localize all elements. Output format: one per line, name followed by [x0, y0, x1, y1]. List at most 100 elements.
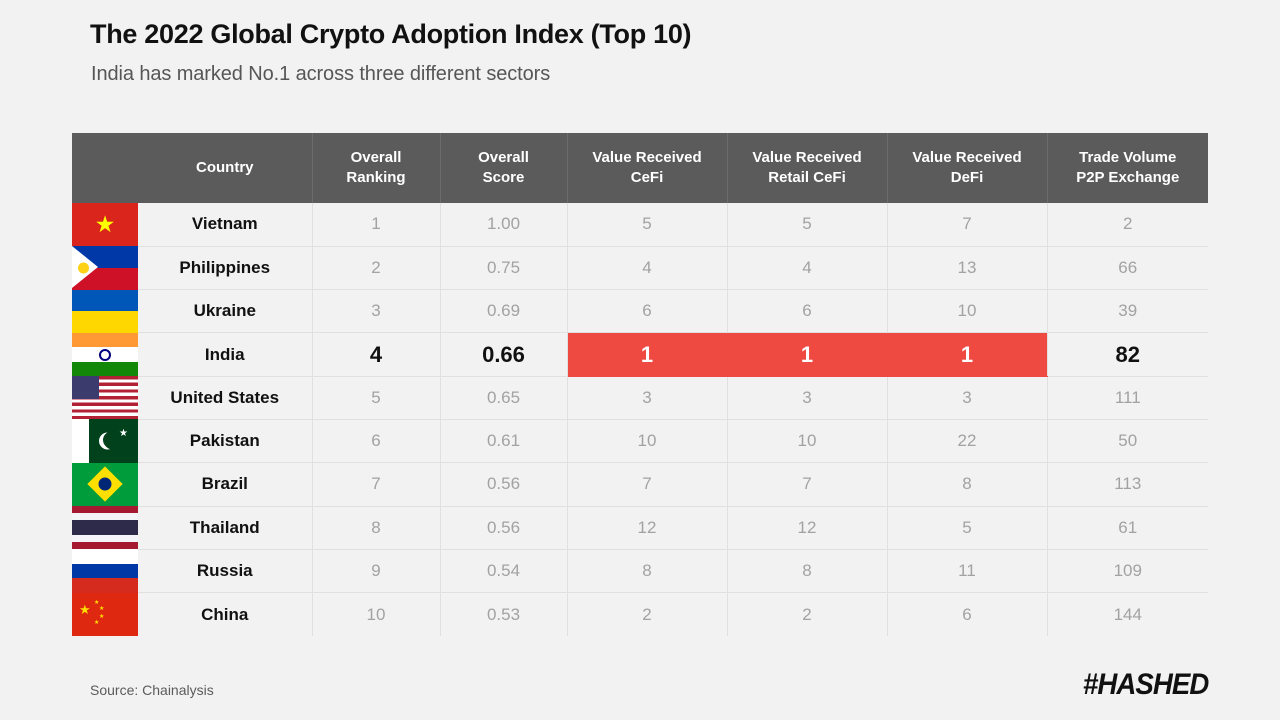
cell-value-received-cefi: 1 [567, 332, 728, 377]
cell-country: Ukraine [138, 289, 313, 334]
cell-overall-score: 0.61 [440, 419, 568, 464]
cell-overall-score: 0.75 [440, 246, 568, 291]
cell-trade-volume-p2p: 2 [1047, 203, 1208, 247]
cell-overall-score: 0.69 [440, 289, 568, 334]
cell-overall-score: 0.54 [440, 549, 568, 594]
column-header-value-received-defi[interactable]: Value Received DeFi [887, 133, 1048, 203]
table-row[interactable]: United States 5 0.65 3 3 3 111 [72, 376, 1208, 420]
cell-overall-ranking: 2 [312, 246, 441, 291]
cell-overall-ranking: 10 [312, 592, 441, 636]
cell-country: Russia [138, 549, 313, 594]
cell-overall-score: 0.56 [440, 462, 568, 507]
cell-country: Vietnam [138, 203, 313, 247]
table-row[interactable]: Russia 9 0.54 8 8 11 109 [72, 549, 1208, 594]
cell-value-received-cefi: 2 [567, 592, 728, 636]
flag-vietnam-icon: ★ [72, 203, 138, 247]
cell-value-received-defi: 10 [887, 289, 1048, 334]
cell-value-received-retail-cefi: 6 [727, 289, 888, 334]
cell-trade-volume-p2p: 111 [1047, 376, 1208, 420]
cell-overall-ranking: 3 [312, 289, 441, 334]
cell-value-received-retail-cefi: 7 [727, 462, 888, 507]
cell-value-received-defi: 5 [887, 506, 1048, 550]
cell-value-received-defi: 8 [887, 462, 1048, 507]
column-header-overall-score[interactable]: Overall Score [440, 133, 568, 203]
page-title: The 2022 Global Crypto Adoption Index (T… [90, 19, 692, 49]
cell-value-received-defi: 6 [887, 592, 1048, 636]
flag-thailand-icon [72, 506, 138, 550]
header-label-country: Country [196, 159, 254, 177]
country-flag-cell: ★ ★ ★ ★ ★ [72, 592, 138, 636]
flag-ukraine-icon [72, 289, 138, 333]
hashed-logo: #HASHED [1082, 668, 1209, 701]
cell-trade-volume-p2p: 113 [1047, 462, 1208, 507]
cell-value-received-cefi: 5 [567, 203, 728, 247]
cell-country: China [138, 592, 313, 636]
cell-trade-volume-p2p: 109 [1047, 549, 1208, 594]
cell-overall-ranking: 4 [312, 332, 441, 377]
cell-country: United States [138, 376, 313, 420]
table-body: ★ Vietnam 1 1.00 5 5 7 2 Philippines 2 0.75 4 4 13 66 U… [72, 203, 1208, 636]
header-label-line1: Trade Volume [1079, 149, 1177, 167]
cell-value-received-retail-cefi: 5 [727, 203, 888, 247]
column-header-value-received-retail-cefi[interactable]: Value Received Retail CeFi [727, 133, 888, 203]
table-row[interactable]: Ukraine 3 0.69 6 6 10 39 [72, 289, 1208, 334]
cell-trade-volume-p2p: 50 [1047, 419, 1208, 464]
cell-trade-volume-p2p: 82 [1047, 332, 1208, 377]
column-header-country[interactable]: Country [138, 133, 313, 203]
flag-india-icon [72, 332, 138, 377]
table-row[interactable]: ★ Pakistan 6 0.61 10 10 22 50 [72, 419, 1208, 464]
cell-overall-ranking: 5 [312, 376, 441, 420]
cell-value-received-defi: 13 [887, 246, 1048, 291]
table-row[interactable]: Philippines 2 0.75 4 4 13 66 [72, 246, 1208, 291]
cell-overall-ranking: 7 [312, 462, 441, 507]
cell-overall-score: 0.56 [440, 506, 568, 550]
flag-brazil-icon [72, 462, 138, 507]
slide-canvas: The 2022 Global Crypto Adoption Index (T… [0, 0, 1280, 720]
column-header-value-received-cefi[interactable]: Value Received CeFi [567, 133, 728, 203]
cell-overall-ranking: 8 [312, 506, 441, 550]
country-flag-cell [72, 332, 138, 377]
cell-value-received-retail-cefi: 12 [727, 506, 888, 550]
cell-value-received-cefi: 8 [567, 549, 728, 594]
column-header-flag [72, 133, 138, 203]
cell-value-received-defi: 22 [887, 419, 1048, 464]
cell-country: Pakistan [138, 419, 313, 464]
cell-value-received-retail-cefi: 10 [727, 419, 888, 464]
flag-philippines-icon [72, 246, 138, 290]
country-flag-cell [72, 506, 138, 550]
page-subtitle: India has marked No.1 across three diffe… [91, 63, 551, 85]
table-row[interactable]: India 4 0.66 1 1 1 82 [72, 332, 1208, 377]
header-label-line1: Value Received [592, 149, 702, 167]
header-label-line1: Overall [350, 149, 402, 167]
country-flag-cell [72, 549, 138, 593]
column-header-trade-volume-p2p[interactable]: Trade Volume P2P Exchange [1047, 133, 1208, 203]
cell-overall-ranking: 9 [312, 549, 441, 594]
flag-united-states-icon [72, 376, 138, 420]
country-flag-cell [72, 289, 138, 333]
header-row: Country Overall Ranking Overall Score Va… [72, 133, 1208, 203]
cell-value-received-retail-cefi: 8 [727, 549, 888, 594]
header-label-line2: DeFi [950, 169, 984, 186]
header-label-line1: Value Received [912, 149, 1022, 167]
column-header-overall-ranking[interactable]: Overall Ranking [312, 133, 441, 203]
header-label-line2: P2P Exchange [1076, 169, 1180, 186]
country-flag-cell: ★ [72, 419, 138, 463]
table-row[interactable]: Thailand 8 0.56 12 12 5 61 [72, 506, 1208, 550]
cell-trade-volume-p2p: 39 [1047, 289, 1208, 334]
cell-country: Thailand [138, 506, 313, 550]
source-note: Source: Chainalysis [90, 682, 214, 698]
cell-trade-volume-p2p: 61 [1047, 506, 1208, 550]
header-label-line1: Overall [478, 149, 529, 167]
country-flag-cell [72, 246, 138, 290]
cell-value-received-defi: 3 [887, 376, 1048, 420]
cell-trade-volume-p2p: 66 [1047, 246, 1208, 291]
crypto-adoption-table: Country Overall Ranking Overall Score Va… [72, 133, 1208, 636]
cell-value-received-retail-cefi: 4 [727, 246, 888, 291]
cell-country: Philippines [138, 246, 313, 291]
country-flag-cell [72, 376, 138, 420]
table-row[interactable]: ★ ★ ★ ★ ★ China 10 0.53 2 2 6 144 [72, 592, 1208, 636]
cell-country: India [138, 332, 313, 377]
cell-overall-ranking: 1 [312, 203, 441, 247]
table-row[interactable]: Brazil 7 0.56 7 7 8 113 [72, 462, 1208, 507]
table-row[interactable]: ★ Vietnam 1 1.00 5 5 7 2 [72, 203, 1208, 247]
